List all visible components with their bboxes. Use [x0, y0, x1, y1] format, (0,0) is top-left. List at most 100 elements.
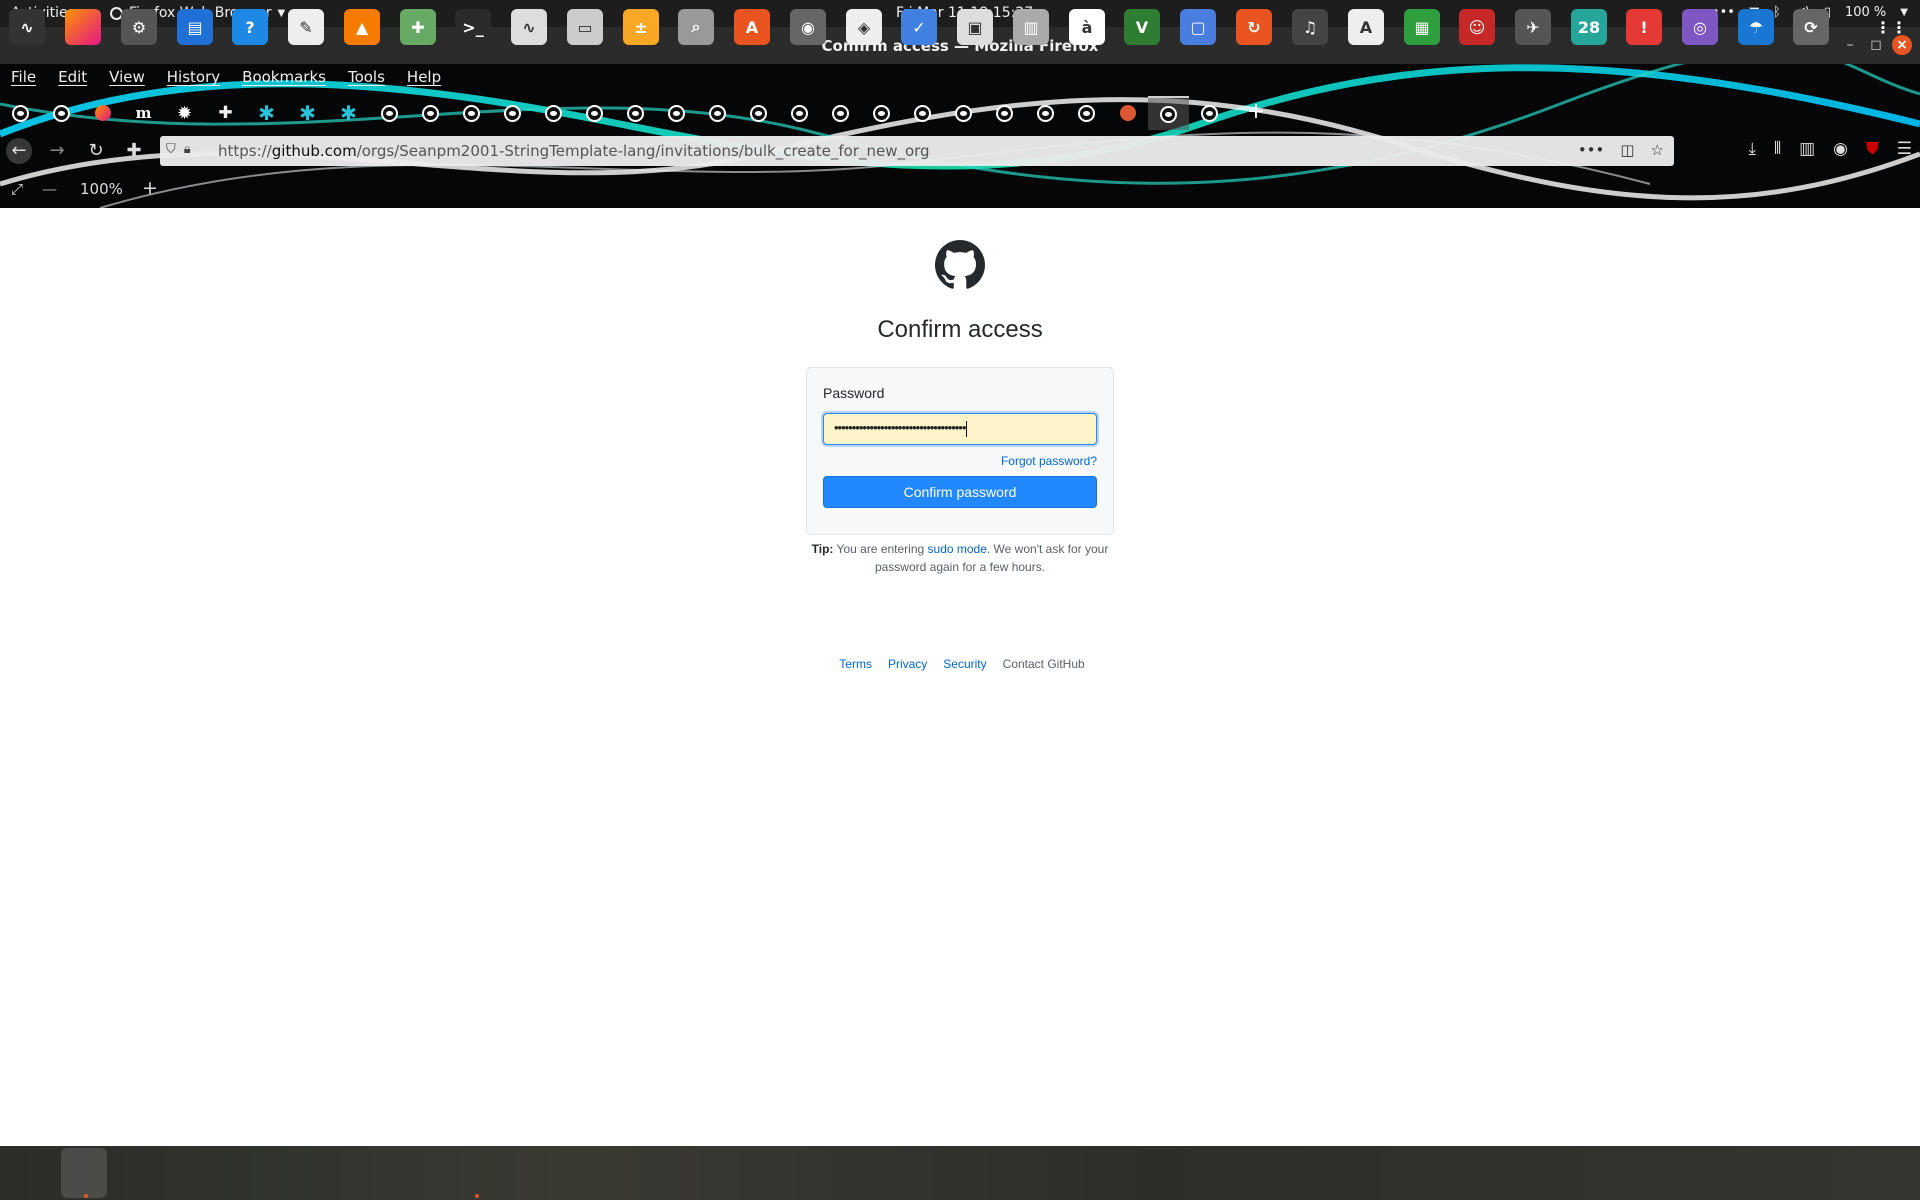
reload-button[interactable]: ↻	[83, 138, 109, 164]
minimize-button[interactable]: –	[1840, 35, 1860, 55]
dock-terminal-icon[interactable]: >_	[455, 9, 491, 45]
zoom-out-button[interactable]: —	[42, 180, 57, 198]
shield-icon[interactable]: ⛉	[166, 142, 176, 157]
dock-calendar-icon[interactable]: 28	[1571, 9, 1607, 45]
dock-software-center-icon[interactable]: A	[734, 9, 770, 45]
browser-tab[interactable]	[451, 96, 492, 130]
browser-tab[interactable]	[1107, 96, 1148, 130]
ublock-icon[interactable]: ⛊	[1866, 139, 1879, 159]
back-button[interactable]: ←	[6, 138, 32, 164]
dock-screen-share-icon[interactable]: ▢	[1180, 9, 1216, 45]
dock-vim-icon[interactable]: V	[1124, 9, 1160, 45]
new-tab-button[interactable]: +	[1239, 96, 1273, 130]
browser-tab[interactable]: ✚	[205, 96, 246, 130]
browser-tab[interactable]	[533, 96, 574, 130]
zoom-level[interactable]: 100%	[80, 180, 123, 198]
browser-tab[interactable]	[492, 96, 533, 130]
dock-tasks-icon[interactable]: ✓	[901, 9, 937, 45]
browser-tab[interactable]	[41, 96, 82, 130]
lock-icon[interactable]: 🔒︎	[184, 142, 191, 157]
dock-music-icon[interactable]: ♫	[1292, 9, 1328, 45]
menu-edit[interactable]: Edit	[58, 64, 87, 90]
browser-tab[interactable]	[697, 96, 738, 130]
browser-tab[interactable]: ✹	[164, 96, 205, 130]
menu-view[interactable]: View	[109, 64, 145, 90]
password-field[interactable]: •••••••••••••••••••••••••••••••••••••	[823, 413, 1097, 445]
browser-tab[interactable]	[779, 96, 820, 130]
dock-fonts-icon[interactable]: à	[1069, 9, 1105, 45]
browser-tab[interactable]: ✱	[246, 96, 287, 130]
dock-system-monitor-icon[interactable]: ∿	[9, 9, 45, 45]
dock-spreadsheet-icon[interactable]: ▦	[1404, 9, 1440, 45]
browser-tab[interactable]	[738, 96, 779, 130]
page-actions-icon[interactable]: •••	[1578, 141, 1605, 159]
library-icon[interactable]: ⫴	[1774, 139, 1781, 159]
browser-tab[interactable]	[820, 96, 861, 130]
forward-button[interactable]: →	[44, 138, 70, 164]
dock-image-viewer-icon[interactable]: ⌕	[678, 9, 714, 45]
downloads-icon[interactable]: ⤓	[1748, 139, 1756, 159]
dock-archive-icon[interactable]: ▥	[1013, 9, 1049, 45]
confirm-password-button[interactable]: Confirm password	[823, 476, 1097, 508]
github-logo-icon[interactable]	[935, 240, 985, 290]
bookmark-star-icon[interactable]: ☆	[1651, 141, 1664, 159]
browser-tab[interactable]	[369, 96, 410, 130]
account-icon[interactable]: ◉	[1833, 139, 1848, 159]
sidebar-icon[interactable]: ▥	[1799, 139, 1815, 159]
footer-contact-link[interactable]: Contact GitHub	[1003, 657, 1085, 671]
dock-calculator-icon[interactable]: ±	[623, 9, 659, 45]
browser-tab[interactable]: ✱	[328, 96, 369, 130]
dock-monitor-graph-icon[interactable]: ∿	[511, 9, 547, 45]
forgot-password-link[interactable]: Forgot password?	[1001, 454, 1097, 468]
dock-camera-icon[interactable]: ◎	[1682, 9, 1718, 45]
browser-tab[interactable]: ✱	[287, 96, 328, 130]
menu-tools[interactable]: Tools	[348, 64, 385, 90]
dock-weather-icon[interactable]: ☂	[1738, 9, 1774, 45]
browser-tab[interactable]	[1025, 96, 1066, 130]
browser-tab[interactable]	[615, 96, 656, 130]
dock-firefox-icon[interactable]	[65, 9, 101, 45]
browser-tab[interactable]	[0, 96, 41, 130]
browser-tab[interactable]: m	[123, 96, 164, 130]
dock-extension-icon[interactable]: ✚	[400, 9, 436, 45]
browser-tab[interactable]	[984, 96, 1025, 130]
dock-scanner-icon[interactable]: ◈	[846, 9, 882, 45]
dock-help-icon[interactable]: ?	[232, 9, 268, 45]
menu-help[interactable]: Help	[407, 64, 441, 90]
address-bar[interactable]: ⛉ 🔒︎ https://github.com/orgs/Seanpm2001-…	[160, 136, 1674, 166]
dock-settings-icon[interactable]: ⚙	[121, 9, 157, 45]
fullscreen-icon[interactable]: ⤢	[11, 180, 23, 198]
menu-history[interactable]: History	[167, 64, 220, 90]
browser-tab[interactable]	[82, 96, 123, 130]
browser-tab[interactable]	[574, 96, 615, 130]
dock-game-icon[interactable]: ☺	[1459, 9, 1495, 45]
browser-tab[interactable]	[1189, 96, 1230, 130]
dock-screenshot-icon[interactable]: ▣	[957, 9, 993, 45]
browser-tab[interactable]	[943, 96, 984, 130]
footer-privacy-link[interactable]: Privacy	[888, 657, 927, 671]
url-text[interactable]: https://github.com/orgs/Seanpm2001-Strin…	[218, 142, 930, 160]
browser-tab[interactable]	[1066, 96, 1107, 130]
dock-text-editor-icon[interactable]: ✎	[288, 9, 324, 45]
footer-security-link[interactable]: Security	[943, 657, 986, 671]
zoom-in-button[interactable]: +	[142, 177, 158, 199]
dock-app-grid-icon[interactable]: ⋮⋮	[1873, 9, 1909, 45]
dock-update-manager-icon[interactable]: ⟳	[1793, 9, 1829, 45]
dock-scanner-mouse-icon[interactable]: ✈	[1515, 9, 1551, 45]
browser-tab[interactable]	[410, 96, 451, 130]
dock-vlc-icon[interactable]: ▲	[344, 9, 380, 45]
extension-puzzle-icon[interactable]: ✚	[121, 138, 147, 164]
browser-tab[interactable]	[1148, 96, 1189, 130]
hamburger-menu-icon[interactable]: ☰	[1897, 139, 1912, 159]
dock-disk-icon[interactable]: ◉	[790, 9, 826, 45]
dock-files-icon[interactable]: ▭	[567, 9, 603, 45]
menu-bookmarks[interactable]: Bookmarks	[242, 64, 326, 90]
dock-pdf-icon[interactable]: A	[1348, 9, 1384, 45]
dock-updater-icon[interactable]: ↻	[1236, 9, 1272, 45]
sudo-mode-link[interactable]: sudo mode	[928, 542, 987, 556]
dock-writer-icon[interactable]: ▤	[177, 9, 213, 45]
dock-alert-icon[interactable]: !	[1626, 9, 1662, 45]
browser-tab[interactable]	[902, 96, 943, 130]
pocket-icon[interactable]: ◫	[1620, 141, 1634, 159]
footer-terms-link[interactable]: Terms	[839, 657, 872, 671]
